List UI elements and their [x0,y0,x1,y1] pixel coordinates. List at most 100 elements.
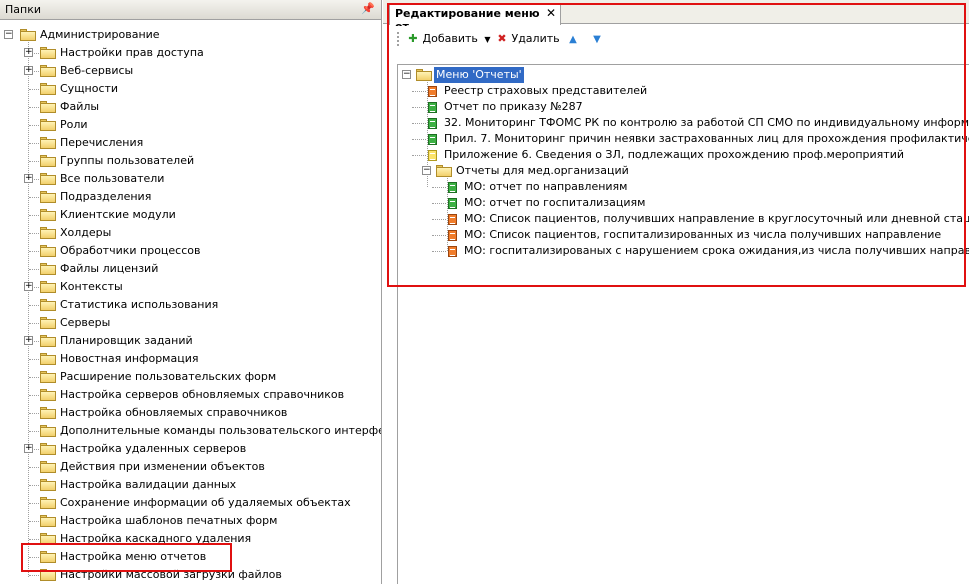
folder-icon [40,155,56,167]
folder-icon [40,515,56,527]
tree-node[interactable]: Статистика использования [0,296,381,314]
add-button[interactable]: ✚ Добавить ▼ [407,31,490,47]
add-button-label: Добавить [422,32,478,45]
tree-node[interactable]: + Настройки прав доступа [0,44,381,62]
tree-connector [29,503,39,504]
collapse-icon[interactable]: − [422,166,431,175]
expand-icon[interactable]: + [24,174,33,183]
tab-report-menu-editor[interactable]: Редактирование меню от... ✕ [389,3,561,33]
tree-node[interactable]: + Веб-сервисы [0,62,381,80]
folder-icon [40,101,56,113]
delete-button[interactable]: ✖ Удалить [496,31,560,47]
tree-node[interactable]: Настройка шаблонов печатных форм [0,512,381,530]
tree-node[interactable]: Настройка меню отчетов [0,548,381,566]
tree-connector [432,187,446,188]
folder-icon [40,245,56,257]
menu-report-item[interactable]: Отчет по приказу №287 [398,99,969,115]
tree-node[interactable]: Файлы лицензий [0,260,381,278]
tree-node[interactable]: Настройки массовой загрузки файлов [0,566,381,584]
tree-node[interactable]: Новостная информация [0,350,381,368]
tree-node[interactable]: Настройка каскадного удаления [0,530,381,548]
tree-node[interactable]: Обработчики процессов [0,242,381,260]
tree-connector [432,235,446,236]
tree-node[interactable]: Серверы [0,314,381,332]
tree-node-label: Клиентские модули [60,208,176,221]
tree-node[interactable]: Настройка обновляемых справочников [0,404,381,422]
collapse-icon[interactable]: − [4,30,13,39]
tree-node-label: Настройка шаблонов печатных форм [60,514,278,527]
folder-icon [40,497,56,509]
menu-report-item[interactable]: МО: отчет по госпитализациям [398,195,969,211]
tree-node[interactable]: + Настройка удаленных серверов [0,440,381,458]
tree-connector [29,377,39,378]
expand-icon[interactable]: + [24,48,33,57]
tree-node[interactable]: Действия при изменении объектов [0,458,381,476]
folder-icon [40,227,56,239]
tree-node[interactable]: Перечисления [0,134,381,152]
folder-icon [40,335,56,347]
folder-icon [40,191,56,203]
tree-node[interactable]: Дополнительные команды пользовательского… [0,422,381,440]
report-icon [448,246,457,257]
menu-report-item[interactable]: МО: госпитализированых с нарушением срок… [398,243,969,259]
menu-item-label: Отчет по приказу №287 [444,100,583,113]
tree-node-label: Настройка валидации данных [60,478,237,491]
tree-node-label: Действия при изменении объектов [60,460,265,473]
collapse-icon[interactable]: − [402,70,411,79]
tree-node[interactable]: Сохранение информации об удаляемых объек… [0,494,381,512]
menu-report-item[interactable]: Прил. 7. Мониторинг причин неявки застра… [398,131,969,147]
tree-node[interactable]: Группы пользователей [0,152,381,170]
menu-folder-node[interactable]: − Меню 'Отчеты' [398,67,969,83]
move-down-button[interactable]: ▼ [591,31,603,47]
close-icon[interactable]: ✕ [546,6,556,20]
menu-report-item[interactable]: МО: Список пациентов, госпитализированны… [398,227,969,243]
tree-node[interactable]: Файлы [0,98,381,116]
tree-node-label: Роли [60,118,88,131]
tree-node[interactable]: + Планировщик заданий [0,332,381,350]
tree-connector [29,431,39,432]
tree-node[interactable]: Настройка валидации данных [0,476,381,494]
move-up-button[interactable]: ▲ [567,31,579,47]
tree-node[interactable]: Сущности [0,80,381,98]
folder-icon [436,165,452,177]
menu-report-item[interactable]: МО: Список пациентов, получивших направл… [398,211,969,227]
tree-node-label: Файлы лицензий [60,262,159,275]
menu-report-item[interactable]: 32. Мониторинг ТФОМС РК по контролю за р… [398,115,969,131]
tree-node[interactable]: Подразделения [0,188,381,206]
tree-node-label: Настройка серверов обновляемых справочни… [60,388,345,401]
add-icon: ✚ [408,32,418,45]
tree-node[interactable]: Расширение пользовательских форм [0,368,381,386]
delete-button-label: Удалить [511,32,560,45]
tree-node[interactable]: + Все пользователи [0,170,381,188]
tree-node[interactable]: Холдеры [0,224,381,242]
folder-icon [40,173,56,185]
tree-node-label: Настройки прав доступа [60,46,204,59]
folder-icon [40,371,56,383]
report-menu-tree: − Меню 'Отчеты' Реестр страховых представи… [397,64,969,584]
tree-node-root[interactable]: − Администрирование [0,26,381,44]
expand-icon[interactable]: + [24,444,33,453]
tree-connector [29,197,39,198]
pin-icon[interactable]: 📌 [361,2,375,16]
tree-connector [29,269,39,270]
folder-icon [40,353,56,365]
menu-folder-node[interactable]: − Отчеты для мед.организаций [398,163,969,179]
expand-icon[interactable]: + [24,282,33,291]
tree-node[interactable]: + Контексты [0,278,381,296]
report-icon [428,102,437,113]
menu-report-item[interactable]: МО: отчет по направлениям [398,179,969,195]
tree-node-label: Обработчики процессов [60,244,201,257]
folder-icon [40,533,56,545]
chevron-down-icon[interactable]: ▼ [484,35,490,44]
tree-node[interactable]: Настройка серверов обновляемых справочни… [0,386,381,404]
menu-item-label: 32. Мониторинг ТФОМС РК по контролю за р… [444,116,969,129]
tree-node[interactable]: Клиентские модули [0,206,381,224]
expand-icon[interactable]: + [24,66,33,75]
menu-report-item[interactable]: Приложение 6. Сведения о ЗЛ, подлежащих … [398,147,969,163]
tree-node[interactable]: Роли [0,116,381,134]
tree-node-label: Настройки массовой загрузки файлов [60,568,282,581]
folder-icon [40,299,56,311]
menu-report-item[interactable]: Реестр страховых представителей [398,83,969,99]
expand-icon[interactable]: + [24,336,33,345]
report-icon [448,198,457,209]
